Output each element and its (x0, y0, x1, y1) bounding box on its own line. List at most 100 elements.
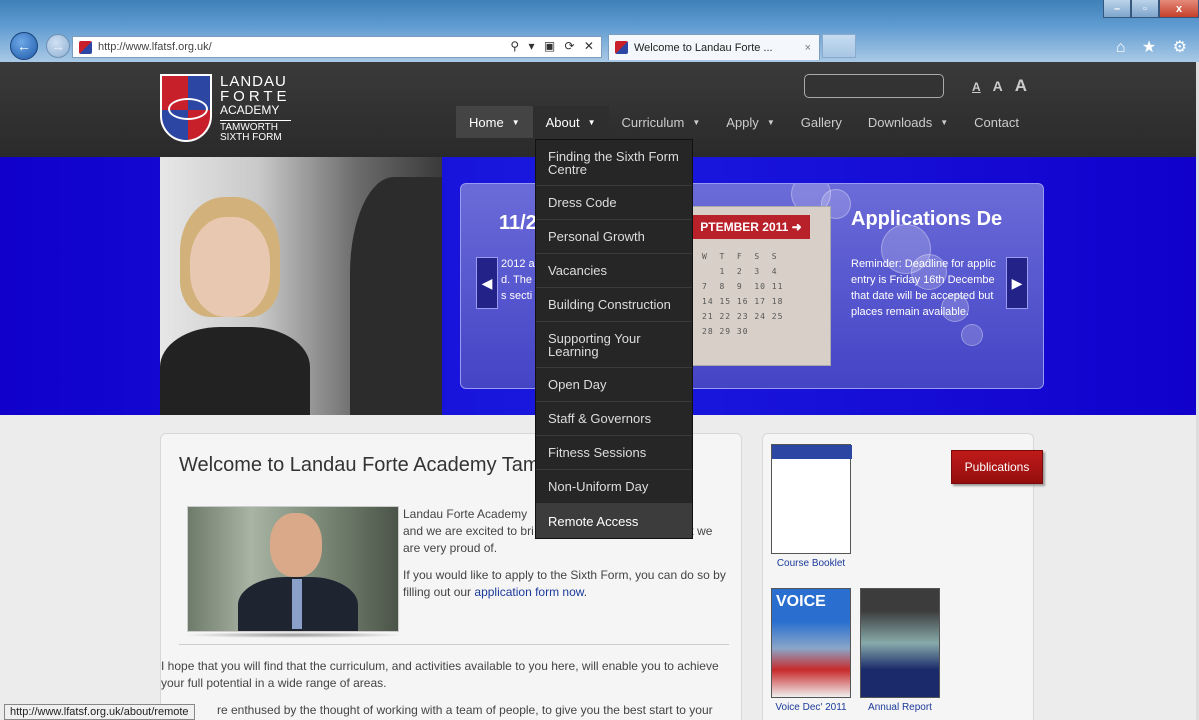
slide-left-text: 2012 a d. The s secti (501, 256, 535, 304)
nav-label: Gallery (800, 114, 842, 130)
caret-down-icon: ▼ (511, 117, 520, 127)
application-form-link[interactable]: application form now (474, 585, 583, 599)
publication-label[interactable]: Voice Dec' 2011 (771, 702, 851, 713)
slider-prev-button[interactable]: ◀ (476, 257, 498, 309)
body-paragraph: I hope that you will find that the curri… (161, 659, 719, 690)
nav-gallery[interactable]: Gallery (788, 106, 855, 138)
arrow-right-icon: ➜ (791, 220, 802, 234)
principal-photo (187, 506, 399, 632)
shield-logo-icon (160, 74, 212, 142)
slide-title[interactable]: Applications De (851, 208, 1002, 231)
caret-down-icon: ▼ (766, 117, 775, 127)
logo-line: SIXTH FORM (220, 132, 282, 143)
academy-logo[interactable]: LANDAU FORTE ACADEMY TAMWORTH SIXTH FORM (160, 74, 291, 143)
nav-label: About (545, 114, 580, 130)
publication-label[interactable]: Course Booklet (771, 558, 851, 569)
maximize-button[interactable]: ▫ (1131, 0, 1159, 18)
nav-contact[interactable]: Contact (961, 106, 1032, 138)
back-button[interactable]: ← (10, 32, 38, 60)
nav-curriculum[interactable]: Curriculum ▼ (609, 106, 714, 138)
menu-item-finding-centre[interactable]: Finding the Sixth Form Centre (536, 140, 692, 186)
calendar-month: PTEMBER 2011 (700, 220, 789, 234)
menu-item-staff-governors[interactable]: Staff & Governors (536, 402, 692, 436)
page-title: Welcome to Landau Forte Academy Tam (179, 454, 540, 476)
nav-home[interactable]: Home ▼ (456, 106, 533, 138)
slider-next-button[interactable]: ▶ (1006, 257, 1028, 309)
publications-button[interactable]: Publications (951, 450, 1043, 484)
menu-item-non-uniform-day[interactable]: Non-Uniform Day (536, 470, 692, 504)
text-line: entry is Friday 16th Decembe (851, 274, 995, 286)
body-text: I hope that you will find that the curri… (161, 658, 731, 720)
nav-label: Contact (974, 114, 1019, 130)
caret-down-icon: ▼ (692, 117, 701, 127)
text-line: that date will be accepted but (851, 290, 994, 302)
caret-down-icon: ▼ (587, 117, 596, 127)
text-fragment: . (583, 585, 588, 599)
arrow-left-icon: ← (17, 38, 31, 54)
about-dropdown-menu: Finding the Sixth Form Centre Dress Code… (535, 139, 693, 539)
divider (179, 644, 729, 645)
logo-line: FORTE (220, 88, 291, 105)
address-url[interactable]: http://www.lfatsf.org.uk/ (98, 41, 212, 53)
menu-item-vacancies[interactable]: Vacancies (536, 254, 692, 288)
text-line: places remain available. (851, 306, 970, 318)
new-tab-button[interactable] (822, 34, 856, 58)
logo-line: LANDAU (220, 73, 287, 90)
nav-downloads[interactable]: Downloads ▼ (855, 106, 961, 138)
forward-button[interactable]: → (46, 34, 70, 58)
caret-down-icon: ▼ (940, 117, 949, 127)
window-controls: – ▫ x (1103, 0, 1199, 18)
publication-label[interactable]: Annual Report (860, 702, 940, 713)
annual-report-cover[interactable] (860, 588, 940, 698)
text-line: s secti (501, 290, 533, 302)
menu-item-personal-growth[interactable]: Personal Growth (536, 220, 692, 254)
intro-paragraph: If you would like to apply to the Sixth … (403, 567, 733, 601)
publications-panel: Publications Course Booklet VOICE Voice … (762, 433, 1043, 720)
slide-text: Reminder: Deadline for applic entry is F… (851, 256, 1016, 320)
site-favicon-icon (79, 40, 92, 54)
close-window-button[interactable]: x (1159, 0, 1199, 18)
font-size-large[interactable]: A (1015, 76, 1027, 96)
tab-title: Welcome to Landau Forte ... (634, 41, 773, 54)
nav-label: Apply (726, 114, 759, 130)
menu-item-supporting-learning[interactable]: Supporting Your Learning (536, 322, 692, 368)
menu-item-fitness-sessions[interactable]: Fitness Sessions (536, 436, 692, 470)
body-paragraph: re enthused by the thought of working wi… (217, 703, 713, 717)
text-line: Reminder: Deadline for applic (851, 258, 996, 270)
address-tools[interactable]: ⚲ ▾ ▣ ⟳ ✕ (510, 39, 597, 53)
publication-voice[interactable]: VOICE Voice Dec' 2011 (771, 588, 851, 713)
nav-about[interactable]: About ▼ (532, 106, 609, 138)
calendar-graphic: PTEMBER 2011 ➜ W T F S S 1 2 3 4 7 8 9 1… (691, 206, 831, 366)
minimize-button[interactable]: – (1103, 0, 1131, 18)
tab-favicon-icon (615, 41, 628, 54)
voice-cover[interactable]: VOICE (771, 588, 851, 698)
nav-label: Curriculum (621, 114, 685, 130)
text-line: 2012 a (501, 258, 535, 270)
logo-text: LANDAU FORTE ACADEMY TAMWORTH SIXTH FORM (220, 74, 291, 143)
menu-item-remote-access[interactable]: Remote Access (536, 504, 692, 538)
font-size-medium[interactable]: A (993, 78, 1003, 94)
text-fragment: are very proud of. (403, 541, 498, 555)
tab-close-icon[interactable]: × (805, 42, 811, 54)
nav-apply[interactable]: Apply ▼ (713, 106, 787, 138)
voice-cover-title: VOICE (776, 593, 826, 610)
publication-annual-report[interactable]: Annual Report (860, 588, 940, 713)
course-booklet-cover[interactable] (771, 444, 852, 554)
site-search-input[interactable] (804, 74, 944, 98)
browser-toolbar-icons[interactable]: ⌂ ★ ⚙ (1116, 37, 1193, 57)
photo-shadow (183, 632, 405, 638)
text-fragment: Landau Forte Academy (403, 507, 528, 521)
main-nav: Home ▼ About ▼ Curriculum ▼ Apply ▼ Gallery … (456, 106, 1032, 138)
arrow-right-icon: → (51, 38, 65, 54)
status-bar-url: http://www.lfatsf.org.uk/about/remote (4, 704, 195, 720)
chevron-right-icon: ▶ (1011, 274, 1023, 291)
font-size-small[interactable]: A (972, 80, 981, 94)
font-size-controls: A A A (972, 76, 1027, 96)
menu-item-dress-code[interactable]: Dress Code (536, 186, 692, 220)
menu-item-open-day[interactable]: Open Day (536, 368, 692, 402)
nav-label: Downloads (867, 114, 933, 130)
menu-item-building-construction[interactable]: Building Construction (536, 288, 692, 322)
address-bar[interactable]: http://www.lfatsf.org.uk/ ⚲ ▾ ▣ ⟳ ✕ (72, 36, 602, 58)
publication-course-booklet[interactable]: Course Booklet (771, 444, 852, 569)
browser-tab[interactable]: Welcome to Landau Forte ... × (608, 34, 820, 60)
